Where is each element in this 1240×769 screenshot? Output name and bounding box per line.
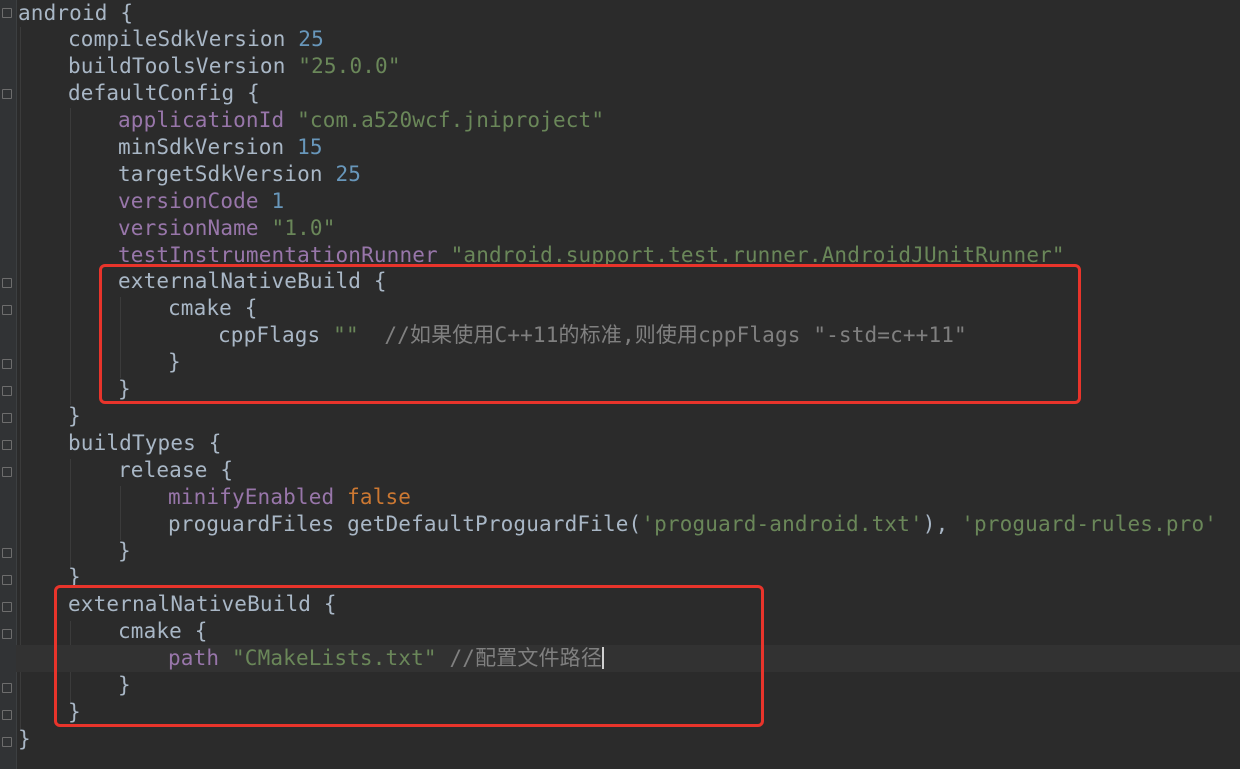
code-token: } [18, 727, 31, 751]
highlight-box-default-config-native-build [99, 264, 1081, 404]
code-line: proguardFiles getDefaultProguardFile('pr… [18, 511, 1217, 538]
fold-toggle-icon[interactable] [2, 413, 12, 423]
fold-toggle-icon[interactable] [2, 305, 12, 315]
code-token: targetSdkVersion [118, 162, 323, 186]
code-token: defaultConfig { [68, 81, 260, 105]
code-token: android { [18, 1, 134, 25]
code-token: 25 [335, 162, 362, 186]
code-token: buildTypes { [68, 431, 222, 455]
fold-toggle-icon[interactable] [2, 8, 12, 18]
code-token: buildToolsVersion [68, 54, 286, 78]
highlight-box-native-build [54, 585, 764, 727]
code-line: minifyEnabled false [18, 484, 411, 511]
fold-toggle-icon[interactable] [2, 710, 12, 720]
code-token: release { [118, 458, 234, 482]
code-token: "com.a520wcf.jniproject" [297, 108, 605, 132]
fold-toggle-icon[interactable] [2, 683, 12, 693]
fold-toggle-icon[interactable] [2, 629, 12, 639]
code-line: } [18, 538, 131, 565]
code-token: 15 [297, 135, 323, 159]
fold-toggle-icon[interactable] [2, 89, 12, 99]
code-line: compileSdkVersion 25 [18, 26, 324, 53]
code-line: } [18, 726, 31, 753]
code-token: minSdkVersion [118, 135, 285, 159]
code-line: targetSdkVersion 25 [18, 161, 361, 188]
fold-toggle-icon[interactable] [2, 575, 12, 585]
fold-toggle-icon[interactable] [2, 737, 12, 747]
code-line: buildTypes { [18, 430, 222, 457]
code-token: 25 [298, 27, 324, 51]
code-token: applicationId [118, 108, 285, 132]
code-token: versionCode [118, 189, 259, 213]
code-line: android { [18, 0, 133, 27]
code-line: buildToolsVersion "25.0.0" [18, 53, 401, 80]
code-token: } [118, 539, 131, 563]
code-token: "1.0" [271, 216, 336, 240]
code-editor[interactable]: android { compileSdkVersion 25 buildTool… [0, 0, 1240, 769]
fold-toggle-icon[interactable] [2, 548, 12, 558]
code-line: versionCode 1 [18, 188, 284, 215]
code-line: versionName "1.0" [18, 215, 336, 242]
code-line: } [18, 403, 81, 430]
code-token: 'proguard-android.txt' [641, 512, 923, 536]
code-token: false [347, 485, 412, 509]
code-token: ), [922, 512, 962, 536]
fold-toggle-icon[interactable] [2, 386, 12, 396]
editor-gutter [0, 0, 17, 769]
fold-toggle-icon[interactable] [2, 359, 12, 369]
code-line: applicationId "com.a520wcf.jniproject" [18, 107, 604, 134]
fold-toggle-icon[interactable] [2, 278, 12, 288]
code-token: versionName [118, 216, 259, 240]
code-token: 'proguard-rules.pro' [961, 512, 1218, 536]
code-line: defaultConfig { [18, 80, 260, 107]
code-line: minSdkVersion 15 [18, 134, 323, 161]
fold-toggle-icon[interactable] [2, 440, 12, 450]
code-token: compileSdkVersion [68, 27, 286, 51]
fold-toggle-icon[interactable] [2, 467, 12, 477]
code-token: minifyEnabled [168, 485, 335, 509]
code-token: 1 [271, 189, 285, 213]
code-token: "25.0.0" [298, 54, 401, 78]
code-line: release { [18, 457, 233, 484]
code-token: } [68, 404, 81, 428]
code-token: proguardFiles getDefaultProguardFile( [168, 512, 642, 536]
fold-toggle-icon[interactable] [2, 602, 12, 612]
